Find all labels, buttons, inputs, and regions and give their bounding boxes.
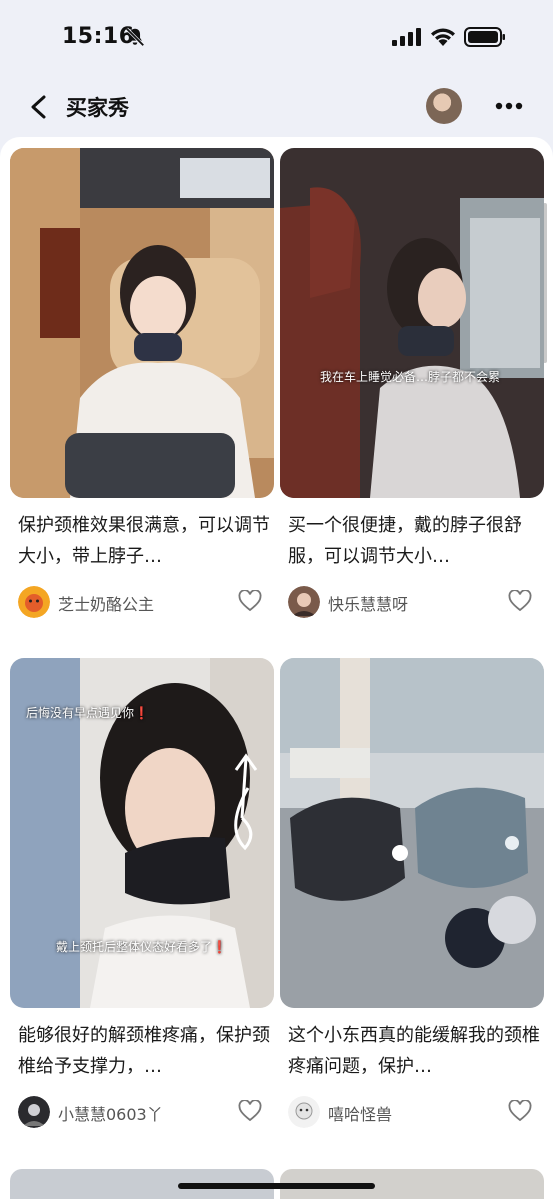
cellular-signal-icon xyxy=(392,28,421,46)
avatar[interactable] xyxy=(426,88,462,124)
username: 芝士奶酪公主 xyxy=(58,595,155,614)
post-image[interactable] xyxy=(280,658,544,1008)
post-description: 能够很好的解颈椎疼痛，保护颈椎给予支撑力，… xyxy=(18,1025,270,1077)
post-description: 这个小东西真的能缓解我的颈椎疼痛问题，保护… xyxy=(288,1025,540,1077)
battery-icon xyxy=(464,27,505,47)
user-avatar xyxy=(18,586,50,618)
user-avatar xyxy=(288,1096,320,1128)
post-author[interactable]: 快乐慧慧呀 xyxy=(288,586,538,618)
home-indicator[interactable] xyxy=(178,1183,375,1189)
post-author[interactable]: 芝士奶酪公主 xyxy=(18,586,268,618)
post-image-caption-top: 后悔没有早点遇见你❗ xyxy=(26,706,149,720)
back-arrow-icon[interactable] xyxy=(28,94,50,120)
username: 快乐慧慧呀 xyxy=(328,595,409,614)
post-description: 买一个很便捷，戴的脖子很舒服，可以调节大小… xyxy=(288,515,522,567)
page-title: 买家秀 xyxy=(66,96,129,120)
nav-header: 买家秀 xyxy=(0,74,553,140)
user-avatar xyxy=(288,586,320,618)
heart-icon[interactable] xyxy=(238,1100,262,1122)
post-author[interactable]: 嘻哈怪兽 xyxy=(288,1096,538,1128)
silent-bell-icon xyxy=(125,27,145,47)
post-author[interactable]: 小慧慧0603丫 xyxy=(18,1096,268,1128)
status-bar: 15:16 xyxy=(0,0,553,70)
post-image-caption: 我在车上睡觉必备…脖子都不会累 xyxy=(320,370,501,384)
heart-icon[interactable] xyxy=(508,1100,532,1122)
username: 小慧慧0603丫 xyxy=(58,1105,163,1124)
post-image[interactable] xyxy=(10,148,274,498)
heart-icon[interactable] xyxy=(238,590,262,612)
post-image[interactable] xyxy=(280,148,544,498)
post-image-caption-bottom: 戴上颈托后整体仪态好看多了❗ xyxy=(56,940,227,954)
wifi-icon xyxy=(431,28,455,46)
heart-icon[interactable] xyxy=(508,590,532,612)
user-avatar xyxy=(18,1096,50,1128)
username: 嘻哈怪兽 xyxy=(328,1105,393,1124)
post-feed[interactable]: 保护颈椎效果很满意，可以调节大小，带上脖子… 芝士奶酪公主 我在车上睡觉必备…脖… xyxy=(0,137,553,1199)
more-options-icon[interactable] xyxy=(494,96,524,116)
post-description: 保护颈椎效果很满意，可以调节大小，带上脖子… xyxy=(18,515,270,567)
